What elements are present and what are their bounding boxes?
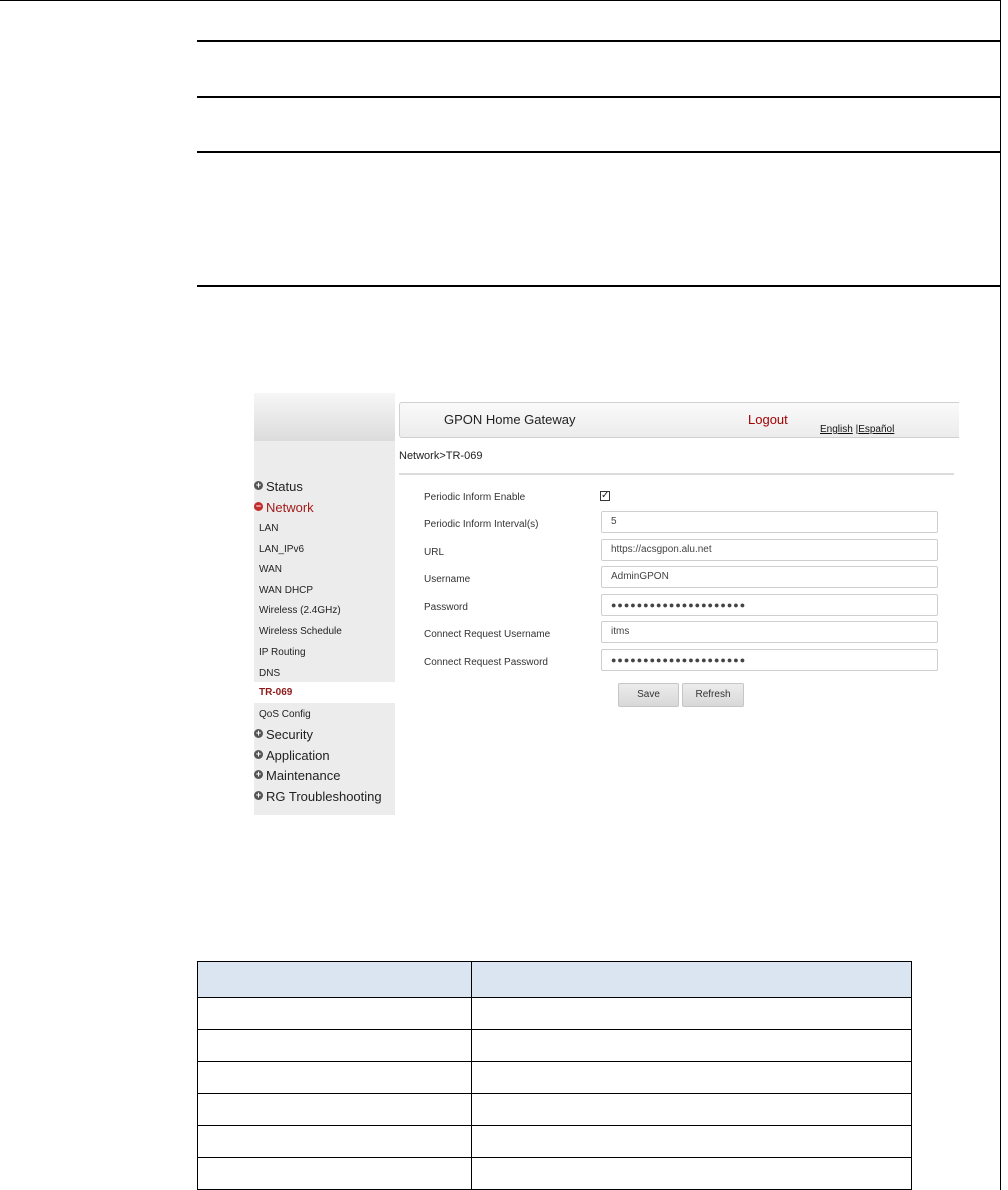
- expand-icon: +: [254, 790, 263, 800]
- sidebar-item-wan[interactable]: WAN: [254, 564, 395, 575]
- expand-icon: +: [254, 749, 263, 759]
- collapse-icon: −: [254, 501, 263, 511]
- top-rule: [0, 0, 1000, 1]
- breadcrumb-divider: [399, 473, 954, 475]
- parameter-table: [197, 961, 912, 1190]
- table-cell: [471, 1093, 912, 1126]
- save-button[interactable]: Save: [618, 683, 679, 707]
- lang-espanol-link[interactable]: Español: [858, 424, 894, 435]
- table-cell: [197, 1125, 472, 1158]
- sidebar-item-wireless-schedule[interactable]: Wireless Schedule: [254, 626, 395, 637]
- periodic-inform-enable-label: Periodic Inform Enable: [424, 492, 526, 503]
- rule-4: [197, 285, 1000, 287]
- sidebar-item-rg-troubleshooting[interactable]: + RG Troubleshooting: [254, 789, 395, 804]
- url-input[interactable]: https://acsgpon.alu.net: [601, 539, 938, 561]
- table-header-row: [197, 961, 912, 998]
- password-input[interactable]: ●●●●●●●●●●●●●●●●●●●●●: [601, 594, 938, 616]
- refresh-button[interactable]: Refresh: [682, 683, 744, 707]
- table-cell: [197, 1157, 472, 1190]
- expand-icon: +: [254, 728, 263, 738]
- url-label: URL: [424, 547, 445, 558]
- header-bar: GPON Home Gateway Logout English |Españo…: [399, 402, 959, 438]
- sidebar-item-lan[interactable]: LAN: [254, 523, 395, 534]
- sidebar-item-qos-config[interactable]: QoS Config: [254, 709, 395, 720]
- sidebar: + Status − Network LAN LAN_IPv6 WAN WAN …: [254, 393, 395, 815]
- sidebar-item-wireless[interactable]: Wireless (2.4GHz): [254, 605, 395, 616]
- cr-password-input[interactable]: ●●●●●●●●●●●●●●●●●●●●●: [601, 649, 938, 671]
- cr-username-label: Connect Request Username: [424, 629, 551, 640]
- right-margin-rule: [1000, 0, 1001, 1190]
- table-cell: [471, 1157, 912, 1190]
- username-label: Username: [424, 574, 471, 585]
- sidebar-item-lan-ipv6[interactable]: LAN_IPv6: [254, 544, 395, 555]
- cr-password-label: Connect Request Password: [424, 657, 548, 668]
- brand-title: GPON Home Gateway: [444, 412, 576, 427]
- table-row: [197, 1125, 912, 1158]
- gateway-screenshot: + Status − Network LAN LAN_IPv6 WAN WAN …: [254, 393, 959, 815]
- table-row: [197, 1157, 912, 1190]
- password-label: Password: [424, 602, 468, 613]
- expand-icon: +: [254, 769, 263, 779]
- table-cell: [471, 1125, 912, 1158]
- table-cell: [197, 1061, 472, 1094]
- table-row: [197, 997, 912, 1030]
- table-cell: [471, 1029, 912, 1062]
- sidebar-item-status[interactable]: + Status: [254, 479, 395, 494]
- sidebar-item-ip-routing[interactable]: IP Routing: [254, 647, 395, 658]
- cr-username-input[interactable]: itms: [601, 621, 938, 643]
- sidebar-item-dns[interactable]: DNS: [254, 668, 395, 679]
- interval-label: Periodic Inform Interval(s): [424, 519, 539, 530]
- periodic-inform-enable-checkbox[interactable]: ✓: [600, 491, 610, 501]
- table-cell: [197, 1029, 472, 1062]
- sidebar-item-security[interactable]: + Security: [254, 727, 395, 742]
- breadcrumb: Network>TR-069: [399, 450, 483, 462]
- sidebar-item-network[interactable]: − Network: [254, 500, 395, 515]
- table-cell: [471, 1061, 912, 1094]
- sidebar-item-application[interactable]: + Application: [254, 748, 395, 763]
- table-cell: [197, 1093, 472, 1126]
- sidebar-header: [254, 393, 395, 441]
- rule-3: [197, 151, 1000, 153]
- table-row: [197, 1029, 912, 1062]
- sidebar-item-maintenance[interactable]: + Maintenance: [254, 768, 395, 783]
- sidebar-item-tr069[interactable]: TR-069: [254, 682, 395, 703]
- logout-link[interactable]: Logout: [748, 412, 788, 427]
- rule-2: [197, 96, 1000, 98]
- table-row: [197, 1093, 912, 1126]
- expand-icon: +: [254, 480, 263, 490]
- lang-english-link[interactable]: English: [820, 424, 853, 435]
- interval-input[interactable]: 5: [601, 511, 938, 533]
- table-header-cell: [197, 961, 472, 998]
- rule-1: [197, 40, 1000, 42]
- table-header-cell: [471, 961, 912, 998]
- table-cell: [471, 997, 912, 1030]
- sidebar-item-wan-dhcp[interactable]: WAN DHCP: [254, 585, 395, 596]
- username-input[interactable]: AdminGPON: [601, 566, 938, 588]
- table-row: [197, 1061, 912, 1094]
- table-cell: [197, 997, 472, 1030]
- language-switcher: English |Español: [820, 424, 894, 435]
